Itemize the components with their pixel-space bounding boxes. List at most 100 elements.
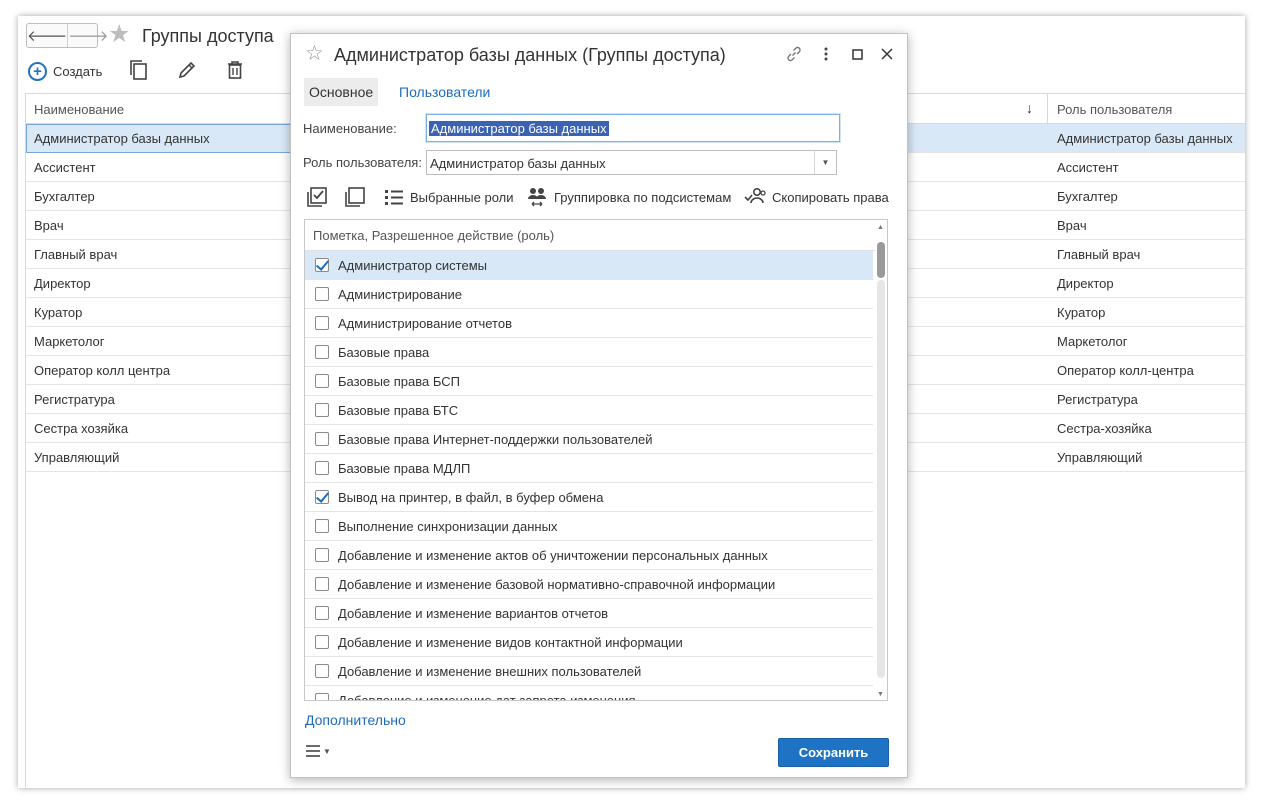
cell-role: Ассистент xyxy=(1057,160,1119,175)
scroll-thumb[interactable] xyxy=(877,242,885,278)
hamburger-menu-icon[interactable]: ▼ xyxy=(305,744,331,758)
check-all-button[interactable] xyxy=(306,185,328,209)
role-checkbox[interactable] xyxy=(315,693,329,700)
name-field-value: Администратор базы данных xyxy=(429,121,609,136)
roles-list-header-label[interactable]: Пометка, Разрешенное действие (роль) xyxy=(313,228,554,243)
cell-name: Директор xyxy=(34,276,91,291)
cell-name: Управляющий xyxy=(34,450,120,465)
role-label: Базовые права БСП xyxy=(338,374,460,389)
roles-list-scrollbar[interactable]: ▲ ▼ xyxy=(875,220,887,700)
copy-rights-icon xyxy=(744,187,766,204)
scroll-down-icon[interactable]: ▼ xyxy=(877,691,884,698)
sort-down-icon[interactable]: ↓ xyxy=(1026,100,1033,116)
cell-role: Директор xyxy=(1057,276,1114,291)
name-field[interactable]: Администратор базы данных xyxy=(426,114,840,142)
delete-trash-icon[interactable] xyxy=(224,58,246,82)
close-icon[interactable] xyxy=(877,44,897,64)
roles-list-header: Пометка, Разрешенное действие (роль) xyxy=(305,220,887,251)
more-link[interactable]: Дополнительно xyxy=(305,712,406,728)
plus-icon: + xyxy=(28,61,47,81)
chevron-down-icon[interactable]: ▼ xyxy=(814,151,836,174)
role-checkbox[interactable] xyxy=(315,316,329,330)
scroll-up-icon[interactable]: ▲ xyxy=(877,224,884,231)
maximize-icon[interactable] xyxy=(847,44,867,64)
selected-roles-label: Выбранные роли xyxy=(410,189,514,205)
dialog-title: Администратор базы данных (Группы доступ… xyxy=(334,45,726,65)
cell-name: Регистратура xyxy=(34,392,115,407)
tab-main[interactable]: Основное xyxy=(304,78,379,106)
role-checkbox[interactable] xyxy=(315,490,329,504)
role-checkbox[interactable] xyxy=(315,374,329,388)
role-label: Добавление и изменение дат запрета измен… xyxy=(338,693,636,701)
list-item[interactable]: Выполнение синхронизации данных xyxy=(305,512,873,541)
cell-name: Бухгалтер xyxy=(34,189,95,204)
list-item[interactable]: Базовые права БТС xyxy=(305,396,873,425)
access-group-dialog: ☆ Администратор базы данных (Группы дост… xyxy=(290,33,908,778)
scroll-track[interactable] xyxy=(877,280,885,678)
group-by-subsystems-label: Группировка по подсистемам xyxy=(554,189,732,205)
link-icon[interactable] xyxy=(784,44,804,64)
role-checkbox[interactable] xyxy=(315,461,329,475)
role-checkbox[interactable] xyxy=(315,664,329,678)
selected-roles-button[interactable]: Выбранные роли xyxy=(384,185,514,209)
list-item[interactable]: Администрирование xyxy=(305,280,873,309)
list-item[interactable]: Базовые права Интернет-поддержки пользов… xyxy=(305,425,873,454)
cell-role: Бухгалтер xyxy=(1057,189,1118,204)
favorite-star-icon[interactable]: ★ xyxy=(108,22,130,47)
list-icon xyxy=(385,190,403,205)
list-item[interactable]: Добавление и изменение дат запрета измен… xyxy=(305,686,873,701)
cell-role: Регистратура xyxy=(1057,392,1138,407)
role-checkbox[interactable] xyxy=(315,287,329,301)
cell-role: Главный врач xyxy=(1057,247,1141,262)
uncheck-all-button[interactable] xyxy=(344,185,366,209)
cell-name: Куратор xyxy=(34,305,83,320)
role-label: Добавление и изменение базовой нормативн… xyxy=(338,577,776,592)
role-checkbox[interactable] xyxy=(315,258,329,272)
cell-name: Маркетолог xyxy=(34,334,105,349)
back-arrow-icon[interactable]: 🡐 xyxy=(27,24,67,47)
cell-name: Врач xyxy=(34,218,64,233)
list-item[interactable]: Базовые права БСП xyxy=(305,367,873,396)
cell-role: Администратор базы данных xyxy=(1057,131,1233,146)
create-button[interactable]: + Создать xyxy=(28,61,102,81)
list-item[interactable]: Добавление и изменение видов контактной … xyxy=(305,628,873,657)
save-button[interactable]: Сохранить xyxy=(778,738,889,767)
role-checkbox[interactable] xyxy=(315,577,329,591)
cell-role: Куратор xyxy=(1057,305,1106,320)
role-checkbox[interactable] xyxy=(315,403,329,417)
role-checkbox[interactable] xyxy=(315,519,329,533)
edit-pencil-icon[interactable] xyxy=(176,58,198,82)
role-label: Добавление и изменение видов контактной … xyxy=(338,635,683,650)
copy-icon[interactable] xyxy=(128,58,150,82)
more-vertical-icon[interactable] xyxy=(816,44,836,64)
list-item[interactable]: Базовые права xyxy=(305,338,873,367)
list-item[interactable]: Администрирование отчетов xyxy=(305,309,873,338)
list-item[interactable]: Вывод на принтер, в файл, в буфер обмена xyxy=(305,483,873,512)
role-checkbox[interactable] xyxy=(315,432,329,446)
column-header-name[interactable]: Наименование xyxy=(34,102,124,117)
group-by-subsystems-button[interactable]: Группировка по подсистемам xyxy=(526,185,731,209)
list-item[interactable]: Базовые права МДЛП xyxy=(305,454,873,483)
role-checkbox[interactable] xyxy=(315,548,329,562)
list-item[interactable]: Администратор системы xyxy=(305,251,873,280)
list-item[interactable]: Добавление и изменение базовой нормативн… xyxy=(305,570,873,599)
copy-rights-button[interactable]: Скопировать права xyxy=(744,185,889,209)
list-item[interactable]: Добавление и изменение актов об уничтоже… xyxy=(305,541,873,570)
cell-name: Главный врач xyxy=(34,247,118,262)
role-checkbox[interactable] xyxy=(315,635,329,649)
role-field-label: Роль пользователя: xyxy=(303,155,422,170)
role-label: Вывод на принтер, в файл, в буфер обмена xyxy=(338,490,604,505)
tab-users[interactable]: Пользователи xyxy=(399,84,490,100)
list-item[interactable]: Добавление и изменение внешних пользоват… xyxy=(305,657,873,686)
column-header-role[interactable]: Роль пользователя xyxy=(1057,102,1172,117)
favorite-star-icon[interactable]: ☆ xyxy=(305,43,324,64)
role-select[interactable]: Администратор базы данных ▼ xyxy=(426,150,837,175)
role-checkbox[interactable] xyxy=(315,606,329,620)
list-item[interactable]: Добавление и изменение вариантов отчетов xyxy=(305,599,873,628)
uncheck-all-icon xyxy=(345,187,365,207)
forward-arrow-icon[interactable]: 🡒 xyxy=(67,24,108,47)
role-label: Добавление и изменение актов об уничтоже… xyxy=(338,548,768,563)
role-checkbox[interactable] xyxy=(315,345,329,359)
roles-list: Пометка, Разрешенное действие (роль) Адм… xyxy=(304,219,888,701)
role-label: Администрирование xyxy=(338,287,462,302)
